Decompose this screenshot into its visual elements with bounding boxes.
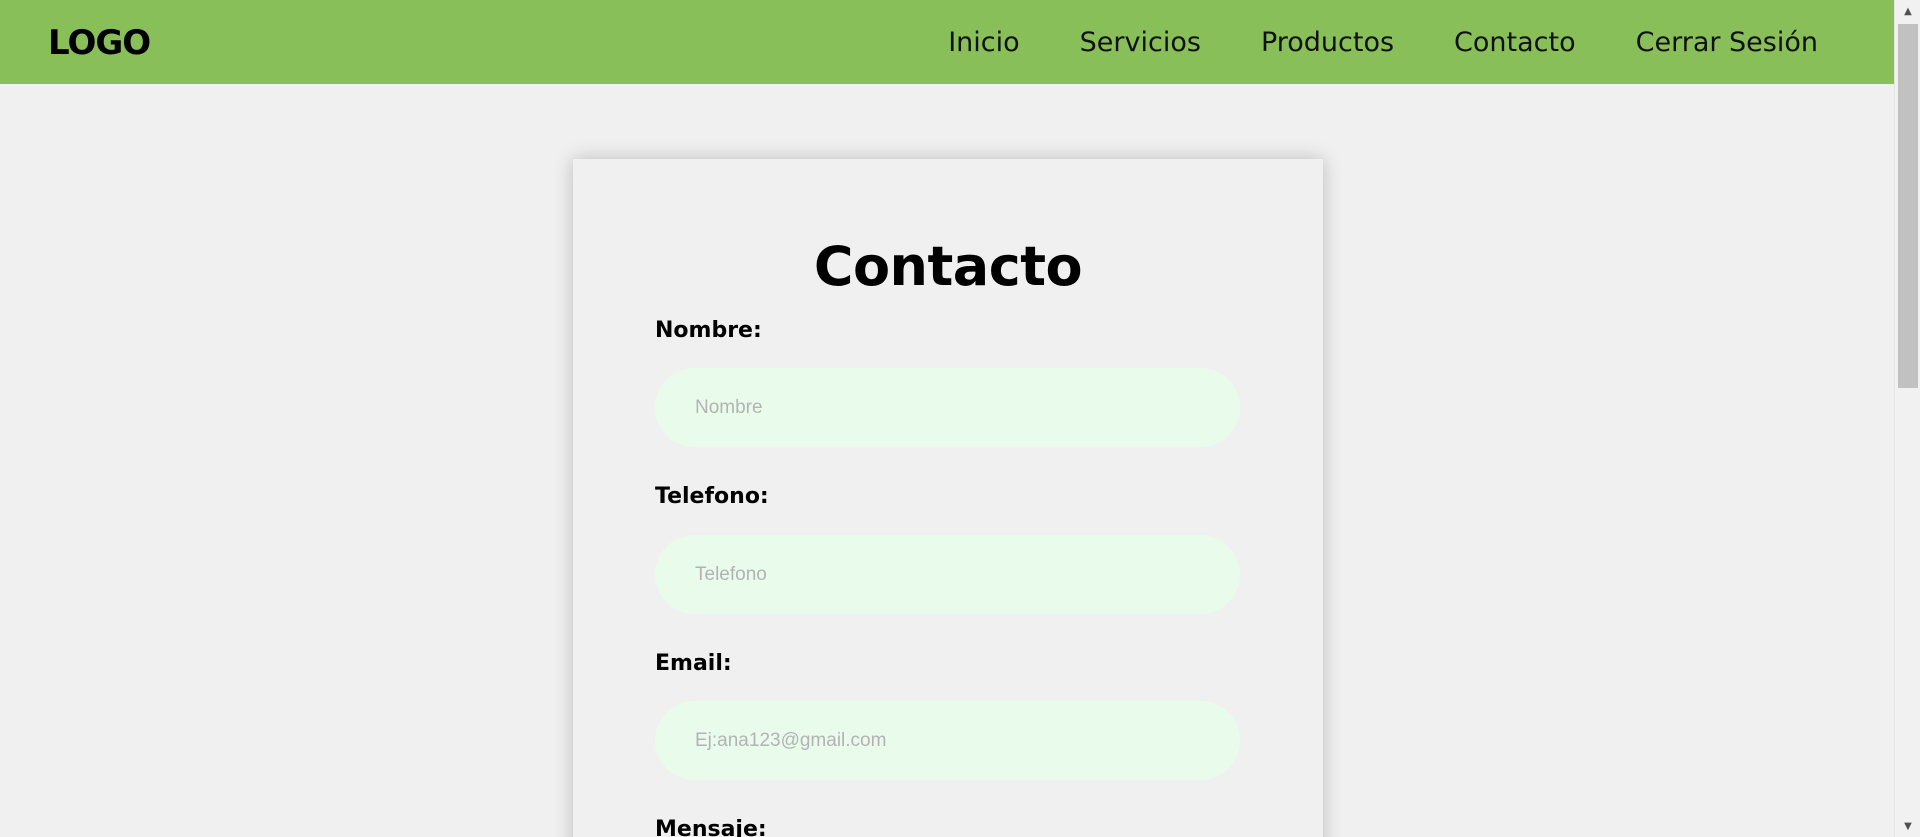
- name-label: Nombre:: [655, 318, 762, 343]
- name-input[interactable]: [655, 368, 1240, 447]
- message-label: Mensaje:: [655, 817, 767, 837]
- main-nav: Inicio Servicios Productos Contacto Cerr…: [888, 0, 1818, 84]
- scrollbar-thumb[interactable]: [1898, 24, 1918, 388]
- page-title: Contacto: [813, 235, 1083, 298]
- triangle-down-icon[interactable]: ▼: [1895, 815, 1920, 837]
- nav-link-servicios[interactable]: Servicios: [1080, 29, 1201, 56]
- nav-link-productos[interactable]: Productos: [1261, 29, 1394, 56]
- triangle-up-icon[interactable]: ▲: [1895, 0, 1920, 22]
- phone-label: Telefono:: [655, 484, 769, 509]
- nav-link-inicio[interactable]: Inicio: [948, 29, 1019, 56]
- logo[interactable]: LOGO: [48, 26, 151, 60]
- vertical-scrollbar[interactable]: ▲ ▼: [1894, 0, 1920, 837]
- nav-link-contacto[interactable]: Contacto: [1454, 29, 1576, 56]
- page: LOGO Inicio Servicios Productos Contacto…: [0, 0, 1920, 837]
- nav-link-cerrar-sesion[interactable]: Cerrar Sesión: [1636, 29, 1818, 56]
- top-navigation-bar: LOGO Inicio Servicios Productos Contacto…: [0, 0, 1894, 84]
- phone-input[interactable]: [655, 535, 1240, 614]
- email-label: Email:: [655, 651, 732, 676]
- email-input[interactable]: [655, 701, 1240, 780]
